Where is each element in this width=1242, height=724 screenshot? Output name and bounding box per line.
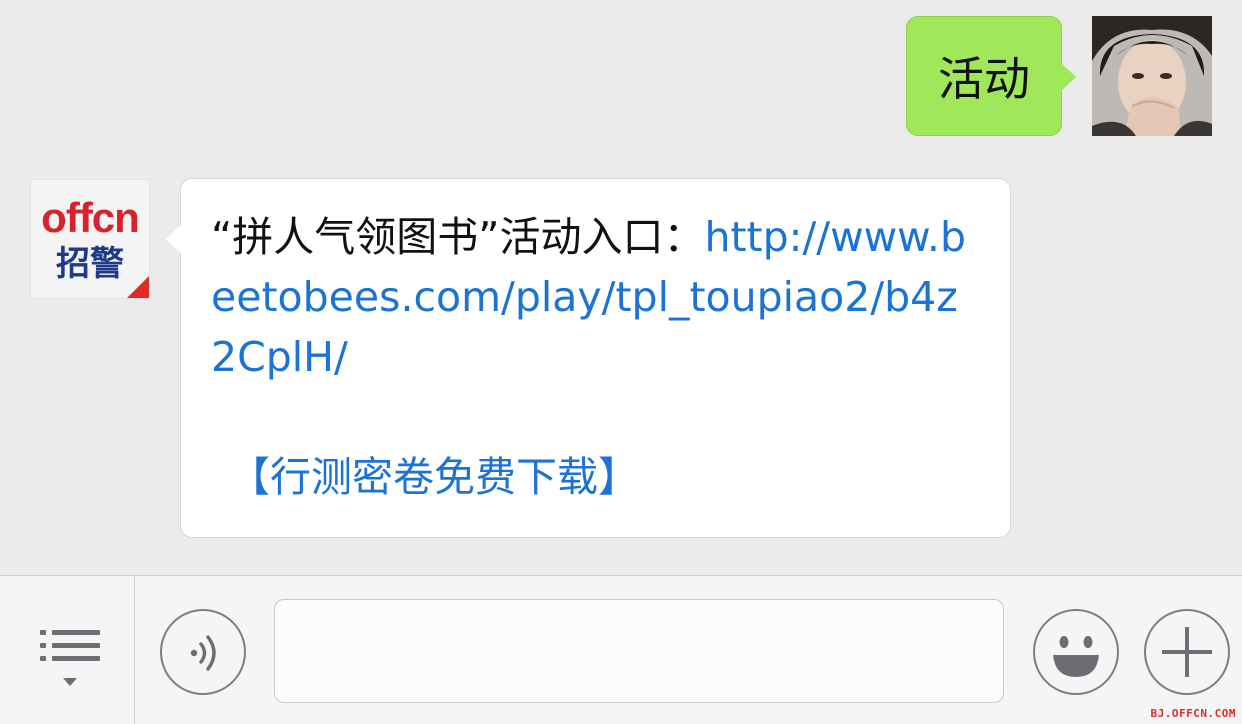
voice-icon (190, 635, 216, 671)
incoming-message-bubble[interactable]: “拼人气领图书”活动入口：http://www.beetobees.com/pl… (166, 178, 1011, 538)
avatar-corner-mark (127, 276, 149, 298)
input-bar (0, 575, 1242, 724)
bubble-tail (166, 225, 181, 253)
bubble-tail (1061, 63, 1076, 91)
list-menu-icon (40, 630, 100, 686)
sender-avatar-brand: offcn (41, 194, 140, 241)
message-prefix: “拼人气领图书”活动入口： (211, 213, 705, 261)
smiley-icon (1053, 636, 1099, 677)
voice-button[interactable] (160, 609, 246, 695)
download-link[interactable]: 【行测密卷免费下载】 (229, 447, 639, 507)
menu-toggle-button[interactable] (0, 576, 135, 724)
chat-area: 活动 offcn 招警 “拼人气领图书”活动入口：http://www.beet… (0, 0, 1242, 575)
more-button[interactable] (1144, 609, 1230, 695)
watermark: BJ.OFFCN.COM (1150, 707, 1236, 720)
message-input[interactable] (274, 599, 1004, 703)
outgoing-message-text: 活动 (938, 52, 1030, 106)
user-avatar-photo (1092, 16, 1212, 136)
sender-avatar[interactable]: offcn 招警 (30, 179, 150, 299)
plus-icon (1162, 627, 1212, 677)
incoming-message-text: “拼人气领图书”活动入口：http://www.beetobees.com/pl… (211, 207, 981, 387)
outgoing-message-bubble[interactable]: 活动 (906, 16, 1076, 136)
emoji-button[interactable] (1033, 609, 1119, 695)
user-avatar[interactable] (1092, 16, 1212, 136)
